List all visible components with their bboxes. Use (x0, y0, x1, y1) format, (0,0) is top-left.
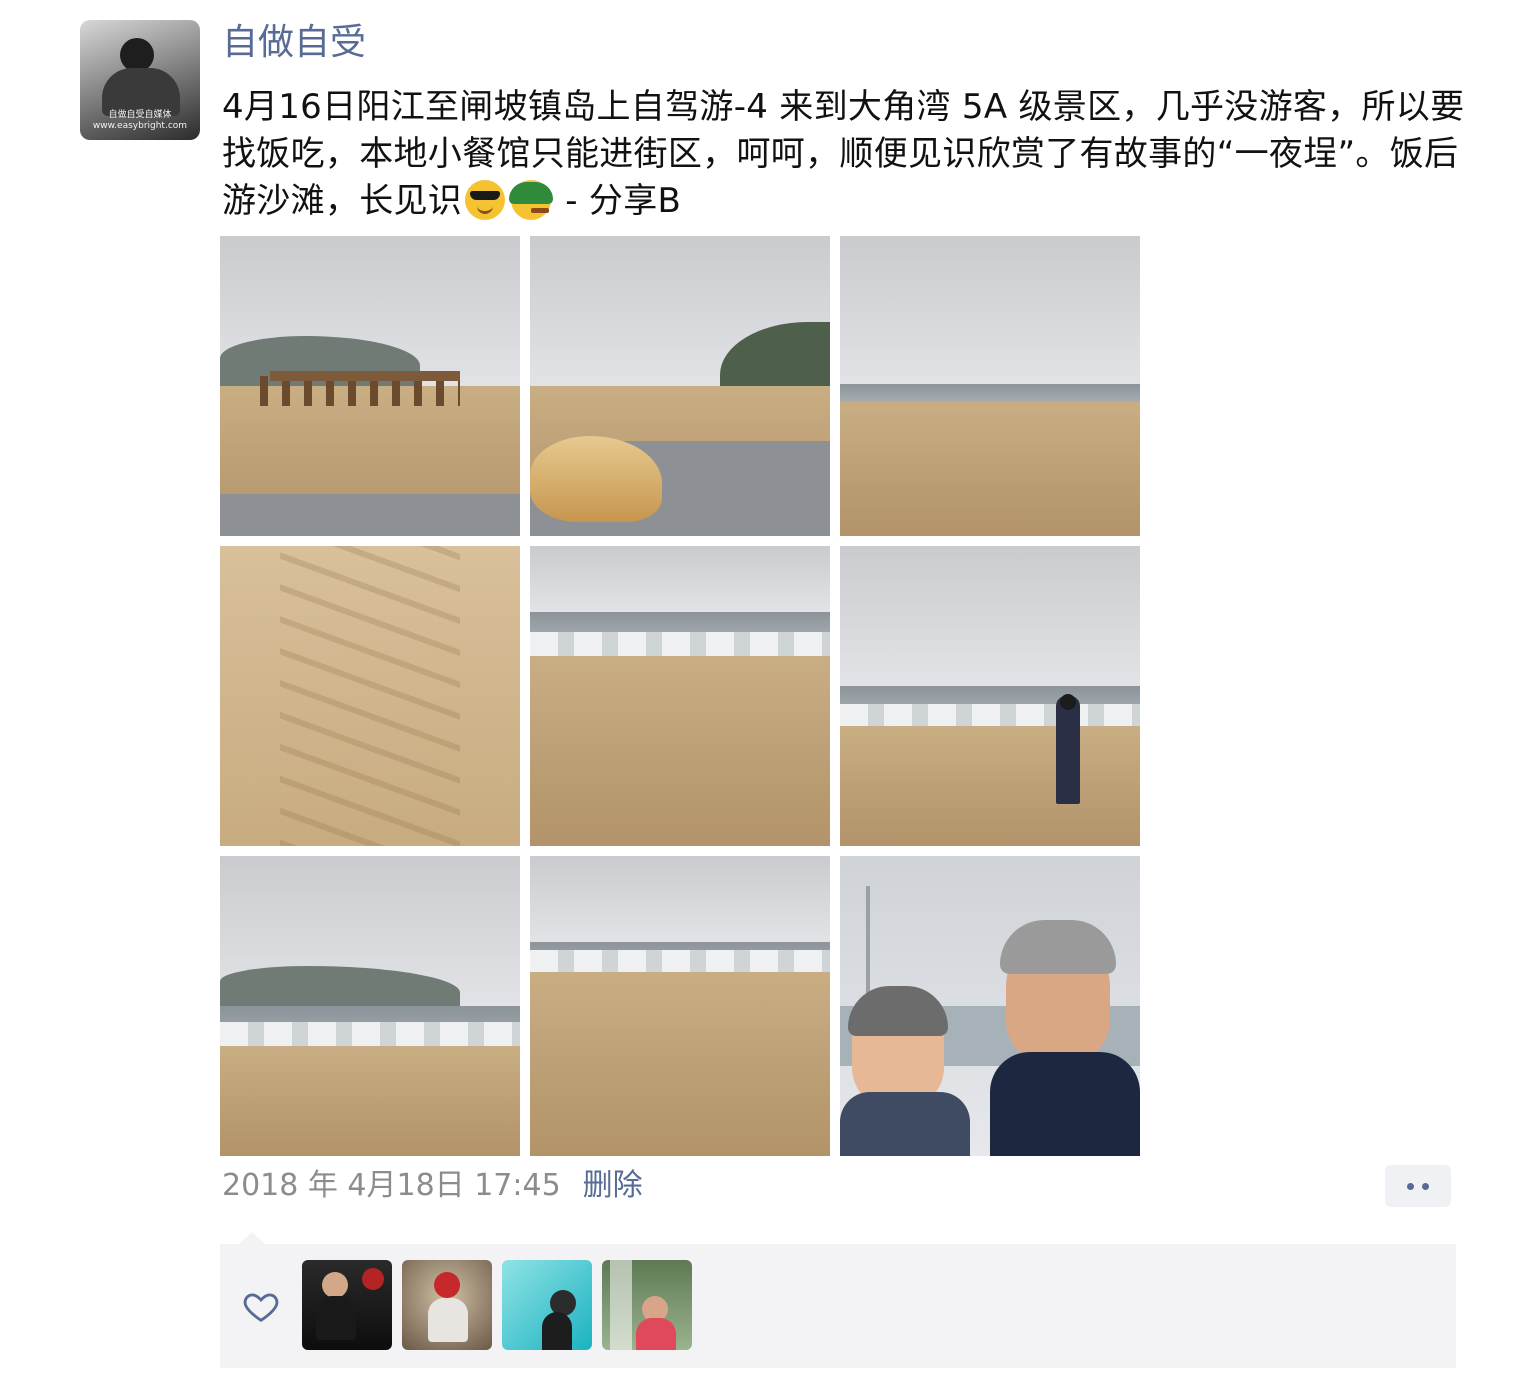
heart-icon (243, 1293, 279, 1322)
post-text-main: 4月16日阳江至闸坡镇岛上自驾游-4 来到大角湾 5A 级景区，几乎没游客，所以… (222, 87, 1465, 221)
photo-sea-waves[interactable] (530, 546, 830, 846)
liker-avatar-3[interactable] (502, 1260, 592, 1350)
liker-avatar-2[interactable] (402, 1260, 492, 1350)
photo-beach-umbrellas[interactable] (220, 236, 520, 536)
photo-couple-selfie[interactable] (840, 856, 1140, 1156)
photo-grid (220, 236, 1140, 1156)
photo-sand-footprints[interactable] (220, 546, 520, 846)
post-text: 4月16日阳江至闸坡镇岛上自驾游-4 来到大角湾 5A 级景区，几乎没游客，所以… (222, 84, 1484, 225)
cigar-emoji-icon (509, 180, 554, 220)
author-name[interactable]: 自做自受 (222, 20, 366, 66)
delete-button[interactable]: 删除 (583, 1166, 643, 1206)
sunglasses-emoji-icon (465, 180, 506, 220)
avatar-caption: 自做自受自媒体 www.easybright.com (92, 110, 188, 131)
more-dot-icon (1407, 1182, 1414, 1190)
photo-shore-waves[interactable] (530, 856, 830, 1156)
post-text-suffix: - 分享B (554, 181, 682, 221)
liker-avatar-1[interactable] (302, 1260, 392, 1350)
avatar-figure-head (120, 38, 154, 72)
more-actions-button[interactable] (1385, 1165, 1451, 1207)
author-avatar[interactable]: 自做自受自媒体 www.easybright.com (80, 20, 200, 140)
post-timestamp: 2018 年 4月18日 17:45 (222, 1168, 561, 1203)
post-footer: 2018 年 4月18日 17:45 删除 (222, 1166, 643, 1206)
photo-beach-sea-view[interactable] (840, 236, 1140, 536)
photo-person-photographing-sea[interactable] (840, 546, 1140, 846)
more-dot-icon (1422, 1182, 1429, 1190)
photo-shoreline-hills[interactable] (220, 856, 520, 1156)
avatar-figure-body (102, 68, 180, 116)
liker-avatar-4[interactable] (602, 1260, 692, 1350)
photo-beach-shell-sculpture[interactable] (530, 236, 830, 536)
